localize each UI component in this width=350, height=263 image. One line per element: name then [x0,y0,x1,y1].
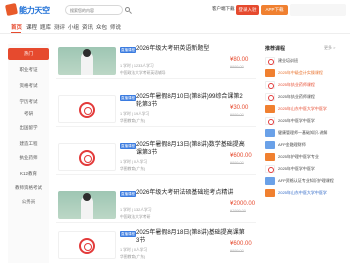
university-seal-icon [79,102,95,118]
recommend-item[interactable]: 2025年山东中医大学中医学 [265,188,345,198]
search-input[interactable] [65,5,123,15]
course-provider[interactable]: 中国政法大学考研 [120,215,150,220]
course-original-price: ¥999.00 [230,113,244,117]
search-icon[interactable] [124,6,132,14]
header-ad-slot [290,4,346,16]
course-price: ¥30.00 [230,105,249,111]
course-card[interactable]: 直播课程 2026年级大考研英语新题型 1 学时 | 1233人学习 中国政法大… [56,42,256,79]
sidebar-item-study-abroad[interactable]: 出国留学 [8,122,49,134]
course-thumb-icon [265,153,275,161]
sidebar-item-pharmacist[interactable]: 执业药师 [8,152,49,164]
course-card[interactable]: 直播课程 2025年暑假8月10日(第8讲)99综合课第2轮第3节 1 学时 |… [56,90,256,127]
recommend-panel: 推荐课程 更多 > 建业培训班 2025年中级会计实操课程 2025年执业药师课… [262,40,346,263]
recommend-item[interactable]: 健康管理师一基础知识-讲解 [265,128,345,138]
site-logo[interactable]: 能力天空 [4,2,50,17]
course-meta: 1 学时 | 132人学习 [120,208,152,212]
recommend-item[interactable]: 2025年中医学中医学 [265,164,345,174]
sidebar-item-civil-servant[interactable]: 公务员 [8,196,49,208]
course-meta: 1 学时 | 1233人学习 [120,64,154,68]
sidebar-item-k12[interactable]: K12教育 [8,168,49,180]
recommend-item[interactable]: 2025年中医学中医学 [265,116,345,126]
course-price: ¥600.00 [230,153,252,159]
course-provider[interactable]: 中国政法大学考研英语辅导 [120,71,166,76]
course-thumbnail[interactable] [58,231,116,259]
course-card[interactable]: 直播课程 2026年级大考研法硕基础班考点精讲 1 学时 | 132人学习 中国… [56,186,256,223]
course-thumbnail[interactable] [58,95,116,123]
recommend-item[interactable]: 2025年执业药师课程 [265,80,345,90]
recommend-item[interactable]: AFP资格认证专业知识护理课程 [265,176,345,186]
main-nav: 首页 课程 题库 测评 小组 资讯 众包 师说 [0,22,350,34]
course-thumbnail[interactable] [58,143,116,171]
recommend-item[interactable]: 建业培训班 [265,56,345,66]
course-thumb-icon [265,177,275,185]
course-thumb-icon [265,57,275,65]
live-badge: 直播课程 [120,231,136,237]
active-tab-underline [11,32,21,33]
sidebar-item-teacher-cert[interactable]: 教师资格考试 [8,182,49,194]
recommend-more-link[interactable]: 更多 > [324,45,335,51]
tab-courses[interactable]: 课程 [26,23,37,31]
logo-mark-icon [4,2,19,17]
top-bar: 能力天空 客户端下载 | 登录入驻 APP下载 [0,0,350,20]
course-thumb-icon [265,105,275,113]
sidebar-item-degree[interactable]: 学历考试 [8,96,49,108]
course-thumb-icon [265,93,275,101]
course-card[interactable]: 直播课程 2025年暑假8月13日(第8讲)数学基础提高课第3节 1 学时 | … [56,138,256,175]
live-badge: 直播课程 [120,191,136,197]
course-thumb-icon [265,69,275,77]
tab-question-bank[interactable]: 题库 [40,23,51,31]
course-card[interactable]: 直播课程 2025年暑假8月18日(第8讲)基础提高课第3节 1 学时 | 0人… [56,226,256,263]
course-thumbnail[interactable] [58,47,116,75]
live-badge: 直播课程 [120,47,136,53]
course-price: ¥80.00 [230,57,249,63]
recommend-item[interactable]: 2025年执业药师课程 [265,92,345,102]
course-thumbnail[interactable] [58,191,116,219]
course-price: ¥2000.00 [230,201,256,207]
tab-groups[interactable]: 小组 [68,23,79,31]
course-original-price: ¥999.00 [230,161,244,165]
recommend-heading: 推荐课程 [265,46,286,52]
header-separator: | [230,6,232,11]
tab-crowdsourcing[interactable]: 众包 [96,23,107,31]
tab-assessment[interactable]: 测评 [54,23,65,31]
recommend-item[interactable]: 2025年中级会计实操课程 [265,68,345,78]
login-button[interactable]: 登录入驻 [236,5,259,15]
logo-text: 能力天空 [19,6,50,15]
course-provider[interactable]: 华图教育(广东) [120,119,145,124]
course-title[interactable]: 2026年级大考研英语新题型 [136,46,248,54]
live-badge: 直播课程 [120,143,136,149]
live-badge: 直播课程 [120,95,136,101]
course-provider[interactable]: 华图教育(广东) [120,255,145,260]
tab-teachers[interactable]: 师说 [110,23,121,31]
sidebar-item-postgrad[interactable]: 考研 [8,108,49,120]
course-thumb-icon [265,117,275,125]
course-title[interactable]: 2026年级大考研法硕基础班考点精讲 [136,190,248,198]
university-seal-icon [79,238,95,254]
tab-news[interactable]: 资讯 [82,23,93,31]
tab-home[interactable]: 首页 [11,23,22,31]
sidebar-item-qualification[interactable]: 资格考试 [8,80,49,92]
recommend-item[interactable]: 2025年山东中医大学中医学 [265,104,345,114]
university-seal-icon [79,150,95,166]
course-thumb-icon [265,129,275,137]
course-original-price: ¥999.00 [230,249,244,253]
sidebar-item-construction[interactable]: 建造工程 [8,138,49,150]
recommend-item[interactable]: 2025年护理中医学专业 [265,152,345,162]
course-meta: 1 学时 | 0人学习 [120,160,148,164]
course-thumb-icon [265,141,275,149]
course-thumb-icon [265,165,275,173]
sidebar-item-vocational[interactable]: 职业考证 [8,64,49,76]
sidebar-item-hot[interactable]: 热门 [8,48,49,60]
course-original-price: ¥2999.00 [230,209,246,213]
course-meta: 1 学时 | 0人学习 [120,248,148,252]
course-price: ¥600.00 [230,241,252,247]
course-thumb-icon [265,81,275,89]
course-thumb-icon [265,189,275,197]
course-meta: 1 学时 | 19人学习 [120,112,150,116]
category-sidebar: 热门 职业考证 资格考试 学历考试 考研 出国留学 建造工程 执业药师 K12教… [8,44,49,263]
course-original-price: ¥999.00 [230,65,244,69]
recommend-item[interactable]: AFP金融理财师 [265,140,345,150]
course-provider[interactable]: 华图教育(广东) [120,167,145,172]
app-download-button[interactable]: APP下载 [261,5,288,15]
